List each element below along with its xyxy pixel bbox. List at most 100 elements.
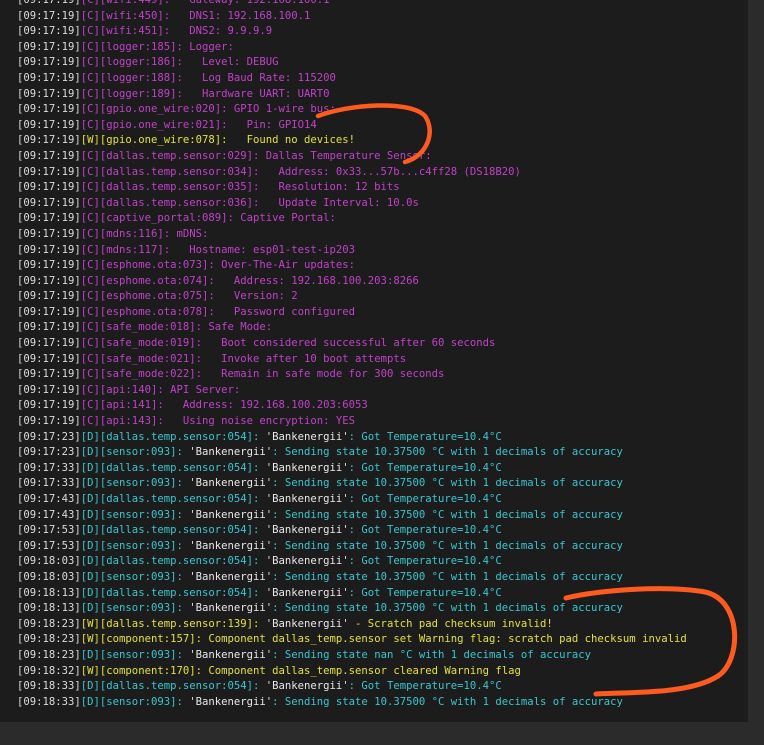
log-level: [D]	[80, 695, 100, 708]
log-message: : Sending state 10.37500 °C with 1 decim…	[272, 602, 623, 615]
log-level: [C]	[80, 290, 100, 303]
log-level: [D]	[80, 586, 100, 599]
log-line: [09:18:33][D][dallas.temp.sensor:054]: '…	[17, 679, 687, 695]
log-source-tag: [dallas.temp.sensor:035]:	[99, 181, 260, 194]
log-source-tag: [dallas.temp.sensor:054]:	[99, 461, 260, 474]
log-sensor-name: 'Bankenergii'	[182, 539, 273, 552]
log-level: [D]	[80, 555, 100, 568]
log-message: DNS1: 192.168.100.1	[170, 9, 311, 22]
log-message: Address: 0x33...57b...c4ff28 (DS18B20)	[259, 165, 521, 178]
log-line: [09:17:19][C][dallas.temp.sensor:034]: A…	[17, 165, 687, 181]
log-source-tag: [safe_mode:018]:	[99, 321, 202, 334]
log-level: [D]	[80, 446, 100, 459]
log-timestamp: [09:17:19]	[17, 71, 81, 84]
log-source-tag: [safe_mode:019]:	[99, 337, 202, 350]
log-message: Logger:	[182, 40, 234, 53]
log-line: [09:18:32][W][component:170]: Component …	[17, 664, 687, 680]
log-message: Component dallas_temp.sensor cleared War…	[201, 664, 521, 677]
log-line: [09:18:13][D][dallas.temp.sensor:054]: '…	[17, 586, 687, 602]
log-source-tag: [sensor:093]:	[99, 695, 183, 708]
log-line: [09:17:19][C][api:141]: Address: 192.168…	[17, 398, 687, 414]
log-level: [C]	[80, 149, 100, 162]
log-level: [C]	[80, 165, 100, 178]
log-line: [09:17:19][C][captive_portal:089]: Capti…	[17, 211, 687, 227]
log-message: Resolution: 12 bits	[259, 181, 400, 194]
log-source-tag: [dallas.temp.sensor:029]:	[99, 149, 260, 162]
log-level: [D]	[80, 539, 100, 552]
log-timestamp: [09:18:03]	[17, 570, 81, 583]
log-level: [D]	[80, 602, 100, 615]
log-source-tag: [mdns:117]:	[99, 243, 171, 256]
log-timestamp: [09:17:19]	[17, 87, 81, 100]
log-timestamp: [09:17:33]	[17, 461, 81, 474]
log-line: [09:17:23][D][dallas.temp.sensor:054]: '…	[17, 430, 687, 446]
log-timestamp: [09:18:13]	[17, 602, 81, 615]
log-line: [09:17:19][C][api:140]: API Server:	[17, 383, 687, 399]
log-source-tag: [wifi:451]:	[99, 25, 171, 38]
log-line: [09:17:19][C][logger:186]: Level: DEBUG	[17, 55, 687, 71]
log-source-tag: [sensor:093]:	[99, 446, 183, 459]
log-timestamp: [09:17:19]	[17, 181, 81, 194]
log-sensor-name: 'Bankenergii'	[182, 570, 273, 583]
log-line: [09:17:19][C][logger:185]: Logger:	[17, 40, 687, 56]
log-level: [C]	[80, 0, 100, 6]
log-timestamp: [09:17:19]	[17, 274, 81, 287]
log-source-tag: [dallas.temp.sensor:054]:	[99, 680, 260, 693]
log-message: Log Baud Rate: 115200	[182, 71, 336, 84]
log-message: Dallas Temperature Sensor:	[259, 149, 432, 162]
log-line: [09:18:33][D][sensor:093]: 'Bankenergii'…	[17, 695, 687, 711]
log-sensor-name: 'Bankenergii'	[259, 493, 349, 505]
log-source-tag: [gpio.one_wire:021]:	[99, 118, 228, 131]
log-source-tag: [dallas.temp.sensor:036]:	[99, 196, 260, 209]
log-message: Boot considered successful after 60 seco…	[201, 337, 496, 350]
log-timestamp: [09:17:19]	[17, 165, 81, 178]
log-line: [09:17:19][C][safe_mode:021]: Invoke aft…	[17, 352, 687, 368]
log-timestamp: [09:17:19]	[17, 352, 81, 365]
log-source-tag: [esphome.ota:075]:	[99, 290, 215, 303]
log-message: : Sending state 10.37500 °C with 1 decim…	[272, 539, 623, 552]
log-message: DNS2: 9.9.9.9	[170, 25, 273, 38]
log-timestamp: [09:17:43]	[17, 493, 81, 505]
log-level: [C]	[80, 71, 100, 84]
log-level: [C]	[80, 103, 100, 116]
log-timestamp: [09:17:53]	[17, 524, 81, 537]
log-line: [09:17:19][C][safe_mode:022]: Remain in …	[17, 367, 687, 383]
log-level: [W]	[80, 664, 100, 677]
log-level: [D]	[80, 570, 100, 583]
log-line: [09:18:03][D][sensor:093]: 'Bankenergii'…	[17, 570, 687, 586]
log-level: [C]	[80, 337, 100, 350]
log-message: : Got Temperature=10.4°C	[348, 555, 502, 568]
log-level: [C]	[80, 87, 100, 100]
log-sensor-name: 'Bankenergii'	[182, 508, 273, 521]
log-sensor-name: 'Bankenergii'	[182, 695, 273, 708]
log-message: : Sending state 10.37500 °C with 1 decim…	[272, 477, 623, 490]
log-source-tag: [sensor:093]:	[99, 570, 183, 583]
log-panel: [09:17:19][C][wifi:449]: Gateway: 192.16…	[0, 0, 748, 722]
log-line: [09:17:19][C][safe_mode:018]: Safe Mode:	[17, 320, 687, 336]
log-sensor-name: 'Bankenergii'	[182, 446, 273, 459]
log-source-tag: [logger:189]:	[99, 87, 183, 100]
log-source-tag: [safe_mode:022]:	[99, 368, 202, 381]
log-line: [09:17:19][C][gpio.one_wire:021]: Pin: G…	[17, 118, 687, 134]
log-timestamp: [09:17:19]	[17, 118, 81, 131]
log-source-tag: [esphome.ota:078]:	[99, 305, 215, 318]
log-source-tag: [dallas.temp.sensor:054]:	[99, 555, 260, 568]
log-message: : Sending state 10.37500 °C with 1 decim…	[272, 508, 623, 521]
log-line: [09:18:03][D][dallas.temp.sensor:054]: '…	[17, 554, 687, 570]
log-line: [09:17:33][D][sensor:093]: 'Bankenergii'…	[17, 476, 687, 492]
log-level: [D]	[80, 430, 100, 443]
log-message: Component dallas_temp.sensor set Warning…	[201, 633, 687, 646]
log-message: Gateway: 192.168.100.1	[170, 0, 330, 6]
log-source-tag: [gpio.one_wire:020]:	[99, 103, 228, 116]
log-timestamp: [09:17:19]	[17, 399, 81, 412]
log-source-tag: [dallas.temp.sensor:139]:	[99, 617, 260, 630]
log-sensor-name: 'Bankenergii'	[259, 524, 349, 537]
log-timestamp: [09:17:19]	[17, 0, 81, 6]
vertical-scrollbar[interactable]	[748, 0, 764, 745]
log-line: [09:17:19][C][wifi:449]: Gateway: 192.16…	[17, 0, 687, 9]
log-level: [W]	[80, 134, 100, 147]
log-timestamp: [09:17:23]	[17, 430, 81, 443]
log-source-tag: [esphome.ota:074]:	[99, 274, 215, 287]
log-message: Password configured	[214, 305, 356, 318]
log-level: [W]	[80, 633, 100, 646]
